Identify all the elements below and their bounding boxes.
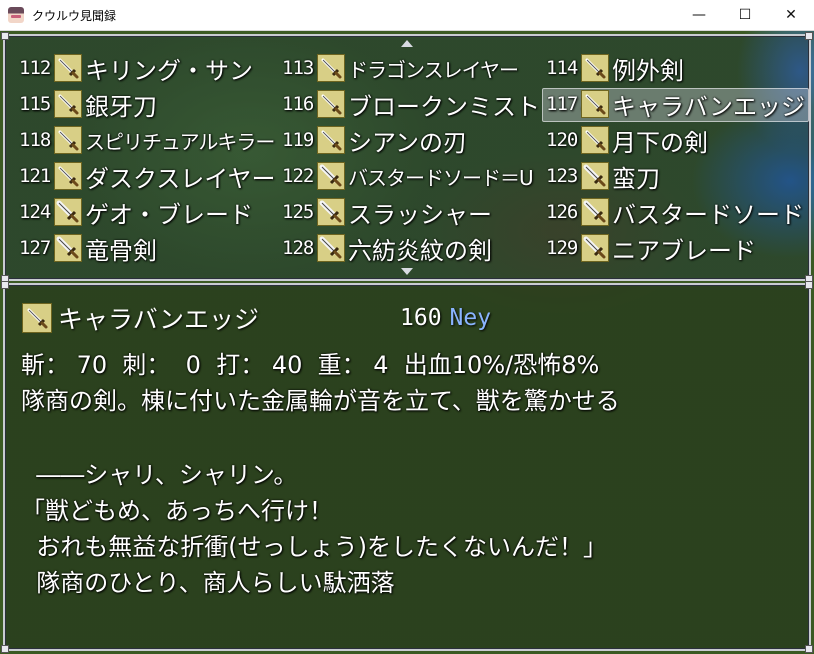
item-list-entry[interactable]: 125. スラッシャー <box>282 196 492 229</box>
item-list-entry[interactable]: 129. ニアブレード <box>546 232 756 265</box>
item-number: 123. <box>546 165 589 187</box>
game-screen: 112. キリング・サン 113. ドラゴンスレイヤー 114. 例外剣 115. 銀牙刀 11… <box>0 31 814 654</box>
item-name: 蛮刀 <box>612 164 660 193</box>
item-name: バスタードソード＝U <box>348 165 534 190</box>
greatsword-icon <box>317 234 345 262</box>
item-name: ブロークンミスト <box>348 92 540 121</box>
item-list-entry[interactable]: 127. 竜骨剣 <box>19 232 157 265</box>
maximize-button[interactable]: ☐ <box>722 0 768 30</box>
item-number: 117. <box>546 93 589 115</box>
close-icon: ✕ <box>785 7 797 23</box>
sword-icon <box>317 54 345 82</box>
sword-icon <box>54 54 82 82</box>
sword-icon <box>22 303 52 333</box>
detail-line: 隊商のひとり、商人らしい駄洒落 <box>21 569 395 597</box>
item-number: 129. <box>546 237 589 259</box>
detail-line: おれも無益な折衝(せっしょう)をしたくないんだ！」 <box>21 533 607 561</box>
item-number: 115. <box>19 93 62 115</box>
greatsword-icon <box>581 198 609 226</box>
item-number: 112. <box>19 57 62 79</box>
sword-icon <box>54 162 82 190</box>
item-number: 127. <box>19 237 62 259</box>
item-list-entry[interactable]: 113. ドラゴンスレイヤー <box>282 52 519 84</box>
close-button[interactable]: ✕ <box>768 0 814 30</box>
item-name: 六紡炎紋の剣 <box>348 236 492 265</box>
sword-icon <box>317 90 345 118</box>
item-number: 113. <box>282 57 325 79</box>
item-number: 122. <box>282 165 325 187</box>
item-list-window: 112. キリング・サン 113. ドラゴンスレイヤー 114. 例外剣 115. 銀牙刀 11… <box>2 33 812 282</box>
window-controls: — ☐ ✕ <box>676 0 814 30</box>
item-name: シアンの刃 <box>348 128 468 157</box>
minimize-icon: — <box>692 7 706 23</box>
minimize-button[interactable]: — <box>676 0 722 30</box>
item-name: スピリチュアルキラー <box>85 129 275 154</box>
scroll-up-arrow-icon[interactable] <box>401 40 413 47</box>
sword-icon <box>317 126 345 154</box>
item-number: 125. <box>282 201 325 223</box>
sword-icon <box>54 90 82 118</box>
item-name: ドラゴンスレイヤー <box>348 57 519 82</box>
item-list-entry[interactable]: 118. スピリチュアルキラー <box>19 124 275 156</box>
item-number: 121. <box>19 165 62 187</box>
detail-item-name: キャラバンエッジ <box>58 305 260 334</box>
item-list-entry[interactable]: 126. バスタードソード <box>546 196 804 229</box>
item-name: キャラバンエッジ <box>612 92 805 121</box>
item-list-entry[interactable]: 121. ダスクスレイヤー <box>19 160 276 193</box>
greatsword-icon <box>54 198 82 226</box>
price-value: 160 <box>400 305 442 331</box>
item-name: キリング・サン <box>85 56 253 85</box>
item-number: 126. <box>546 201 589 223</box>
item-list-entry[interactable]: 124. ゲオ・ブレード <box>19 196 253 229</box>
scroll-down-arrow-icon[interactable] <box>401 268 413 275</box>
greatsword-icon <box>317 198 345 226</box>
greatsword-icon <box>581 234 609 262</box>
item-name: 竜骨剣 <box>85 236 157 265</box>
detail-line: ――シャリ、シャリン。 <box>21 461 298 489</box>
item-list-entry[interactable]: 112. キリング・サン <box>19 52 253 85</box>
window-titlebar: クウルウ見聞録 — ☐ ✕ <box>0 0 814 31</box>
item-list-entry[interactable]: 119. シアンの刃 <box>282 124 468 157</box>
sword-icon <box>581 90 609 118</box>
item-name: バスタードソード <box>612 200 804 229</box>
item-list-entry[interactable]: 116. ブロークンミスト <box>282 88 540 121</box>
item-name: スラッシャー <box>348 200 492 229</box>
greatsword-icon <box>54 234 82 262</box>
item-name: ダスクスレイヤー <box>85 164 276 193</box>
item-list-entry[interactable]: 115. 銀牙刀 <box>19 88 157 121</box>
detail-header: キャラバンエッジ <box>21 301 259 335</box>
item-list-entry[interactable]: 128. 六紡炎紋の剣 <box>282 232 492 265</box>
item-list-entry[interactable]: 117. キャラバンエッジ <box>542 88 809 122</box>
item-number: 124. <box>19 201 62 223</box>
maximize-icon: ☐ <box>738 7 752 23</box>
detail-line: 「獣どもめ、あっちへ行け！ <box>21 497 333 525</box>
item-name: 銀牙刀 <box>85 92 157 121</box>
item-number: 128. <box>282 237 325 259</box>
item-number: 119. <box>282 129 325 151</box>
detail-stats: 斬： 70 刺： 0 打： 40 重： 4 出血10%/恐怖8% <box>21 351 600 379</box>
greatsword-icon <box>581 162 609 190</box>
item-name: ニアブレード <box>612 236 756 265</box>
item-list-entry[interactable]: 114. 例外剣 <box>546 52 684 85</box>
item-name: 例外剣 <box>612 56 684 85</box>
item-number: 120. <box>546 129 589 151</box>
item-name: ゲオ・ブレード <box>85 200 253 229</box>
item-number: 118. <box>19 129 62 151</box>
detail-line: 隊商の剣。棟に付いた金属輪が音を立て、獣を驚かせる <box>21 387 620 415</box>
item-number: 116. <box>282 93 325 115</box>
window-title: クウルウ見聞録 <box>32 8 117 23</box>
item-list-entry[interactable]: 123. 蛮刀 <box>546 160 660 193</box>
app-icon <box>8 7 24 23</box>
detail-price: 160 Ney <box>400 301 491 335</box>
item-name: 月下の剣 <box>612 128 708 157</box>
item-list-entry[interactable]: 122. バスタードソード＝U <box>282 160 534 192</box>
item-description-window: キャラバンエッジ 160 Ney 斬： 70 刺： 0 打： 40 重： 4 出… <box>2 282 812 652</box>
item-list-entry[interactable]: 120. 月下の剣 <box>546 124 708 157</box>
greatsword-icon <box>317 162 345 190</box>
item-number: 114. <box>546 57 589 79</box>
sword-icon <box>54 126 82 154</box>
sword-icon <box>581 54 609 82</box>
price-currency: Ney <box>449 305 492 331</box>
sword-icon <box>581 126 609 154</box>
